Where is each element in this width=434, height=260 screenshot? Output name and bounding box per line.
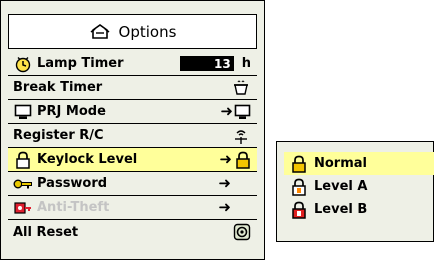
lamp-timer-unit: h [241, 56, 251, 71]
arrow-right-icon: ➜ [219, 150, 232, 168]
screen-icon [13, 102, 33, 122]
menu-item-label: All Reset [13, 224, 79, 240]
arrow-right-icon: ➜ [220, 102, 233, 120]
key-icon [13, 174, 33, 194]
menu-item-all-reset[interactable]: All Reset [8, 220, 257, 244]
menu-item-label: Register R/C [13, 128, 104, 143]
reset-icon [233, 223, 251, 241]
menu-item-register-rc[interactable]: Register R/C [8, 124, 257, 148]
menu-item-label: Lamp Timer [37, 56, 124, 71]
submenu-item-label: Level B [314, 202, 368, 217]
menu-item-label: Keylock Level [37, 152, 138, 167]
arrow-right-icon: ➜ [218, 198, 231, 216]
padlock-orange-icon [290, 178, 308, 196]
menu-item-label: Anti-Theft [37, 200, 110, 215]
options-icon [89, 23, 111, 41]
padlock-yellow-icon [290, 155, 308, 173]
padlock-yellow-icon [235, 151, 251, 169]
menu-item-lamp-timer[interactable]: Lamp Timer 13 h [8, 52, 257, 76]
submenu-item-label: Normal [314, 156, 367, 171]
menu-item-anti-theft: Anti-Theft ➜ [8, 196, 257, 220]
options-menu: Options Lamp Timer 13 h Break Timer PRJ … [0, 0, 265, 260]
menu-item-keylock-level[interactable]: Keylock Level ➜ [8, 148, 257, 172]
anti-theft-icon [13, 198, 33, 218]
screen-mode-icon [234, 104, 251, 120]
menu-item-label: PRJ Mode [37, 104, 106, 119]
clock-icon [13, 54, 33, 74]
menu-title-bar: Options [8, 14, 257, 49]
menu-item-label: Password [37, 176, 108, 191]
padlock-red-icon [290, 201, 308, 219]
menu-items: Lamp Timer 13 h Break Timer PRJ Mode ➜ R… [8, 52, 257, 244]
submenu-item-normal[interactable]: Normal [284, 152, 434, 175]
submenu-item-level-a[interactable]: Level A [284, 175, 434, 198]
menu-item-break-timer[interactable]: Break Timer [8, 76, 257, 100]
lamp-timer-value: 13 [179, 56, 234, 71]
menu-title: Options [118, 22, 177, 41]
padlock-icon [13, 150, 33, 170]
submenu-item-level-b[interactable]: Level B [284, 198, 434, 221]
arrow-right-icon: ➜ [218, 174, 231, 192]
cup-icon [231, 79, 251, 97]
menu-item-password[interactable]: Password ➜ [8, 172, 257, 196]
menu-item-prj-mode[interactable]: PRJ Mode ➜ [8, 100, 257, 124]
submenu-item-label: Level A [314, 179, 368, 194]
menu-item-label: Break Timer [13, 80, 103, 95]
remote-signal-icon [231, 127, 251, 145]
keylock-submenu: Normal Level A Level B [276, 141, 434, 242]
